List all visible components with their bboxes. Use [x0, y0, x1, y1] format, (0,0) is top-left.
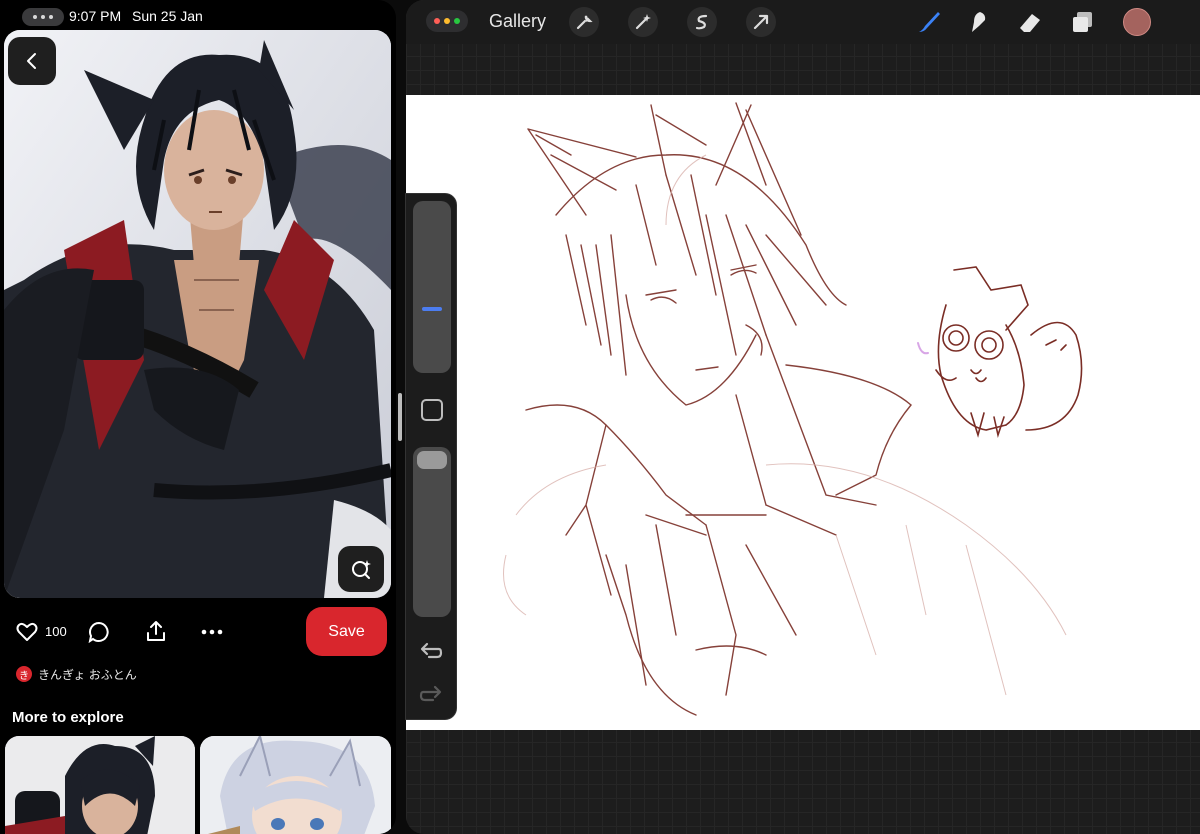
- heart-icon: [16, 622, 38, 641]
- pin-author[interactable]: き きんぎょ おふとん: [16, 665, 137, 683]
- modify-button[interactable]: [421, 399, 443, 421]
- undo-button[interactable]: [419, 641, 443, 666]
- chevron-left-icon: [27, 53, 36, 69]
- smudge-tool-button[interactable]: [963, 7, 993, 37]
- undo-icon: [420, 642, 443, 659]
- redo-button[interactable]: [419, 684, 443, 709]
- drawing-canvas[interactable]: [406, 95, 1200, 730]
- selection-icon: [695, 14, 708, 30]
- transform-button[interactable]: [746, 7, 776, 37]
- brush-size-slider[interactable]: [413, 201, 451, 373]
- gallery-button[interactable]: Gallery: [489, 11, 546, 32]
- more-to-explore-heading: More to explore: [12, 709, 124, 726]
- comment-button[interactable]: [87, 620, 111, 644]
- procreate-sidebar: [405, 193, 457, 720]
- back-button[interactable]: [8, 37, 56, 85]
- brush-size-handle[interactable]: [422, 307, 442, 311]
- like-button[interactable]: [15, 620, 39, 644]
- status-bar: 9:07 PM Sun 25 Jan: [0, 0, 396, 32]
- layers-icon: [1073, 12, 1092, 32]
- multitasking-dots-icon[interactable]: [22, 8, 64, 26]
- explore-thumbnail[interactable]: [5, 736, 195, 834]
- ellipsis-icon: [201, 629, 223, 635]
- selection-button[interactable]: [687, 7, 717, 37]
- opacity-slider[interactable]: [413, 447, 451, 617]
- split-view-screen: 9:07 PM Sun 25 Jan 100 Save き きんぎょ おふとん …: [0, 0, 1200, 834]
- brush-icon: [919, 12, 940, 32]
- color-swatch-icon[interactable]: [1123, 8, 1151, 36]
- opacity-handle[interactable]: [417, 451, 447, 469]
- explore-thumbnail[interactable]: [200, 736, 391, 834]
- wrench-icon: [576, 15, 593, 30]
- pin-image[interactable]: [4, 30, 391, 598]
- share-icon: [147, 621, 165, 641]
- like-count: 100: [45, 624, 67, 639]
- redo-icon: [419, 685, 442, 702]
- layers-button[interactable]: [1068, 7, 1098, 37]
- sketch-artwork: [503, 102, 1083, 716]
- window-controls[interactable]: [426, 10, 468, 32]
- author-name: きんぎょ おふとん: [38, 667, 137, 682]
- transform-arrow-icon: [753, 14, 769, 30]
- eraser-tool-button[interactable]: [1015, 7, 1045, 37]
- status-time: 9:07 PM: [69, 8, 122, 24]
- pinterest-pane: 9:07 PM Sun 25 Jan 100 Save き きんぎょ おふとん …: [0, 0, 396, 834]
- eraser-icon: [1020, 14, 1040, 32]
- magic-wand-icon: [635, 14, 651, 30]
- brush-tool-button[interactable]: [914, 7, 944, 37]
- more-options-button[interactable]: [200, 620, 224, 644]
- split-view-divider[interactable]: [398, 393, 402, 441]
- save-button[interactable]: Save: [306, 607, 387, 656]
- share-button[interactable]: [144, 619, 168, 643]
- comment-bubble-icon: [88, 621, 109, 643]
- actions-button[interactable]: [569, 7, 599, 37]
- procreate-pane: Gallery: [406, 0, 1200, 834]
- visual-search-button[interactable]: [338, 546, 384, 592]
- smudge-icon: [972, 12, 986, 32]
- author-avatar: き: [16, 666, 32, 682]
- status-date: Sun 25 Jan: [132, 8, 203, 24]
- procreate-toolbar: Gallery: [406, 0, 1200, 44]
- lens-search-icon: [352, 560, 371, 579]
- adjustments-button[interactable]: [628, 7, 658, 37]
